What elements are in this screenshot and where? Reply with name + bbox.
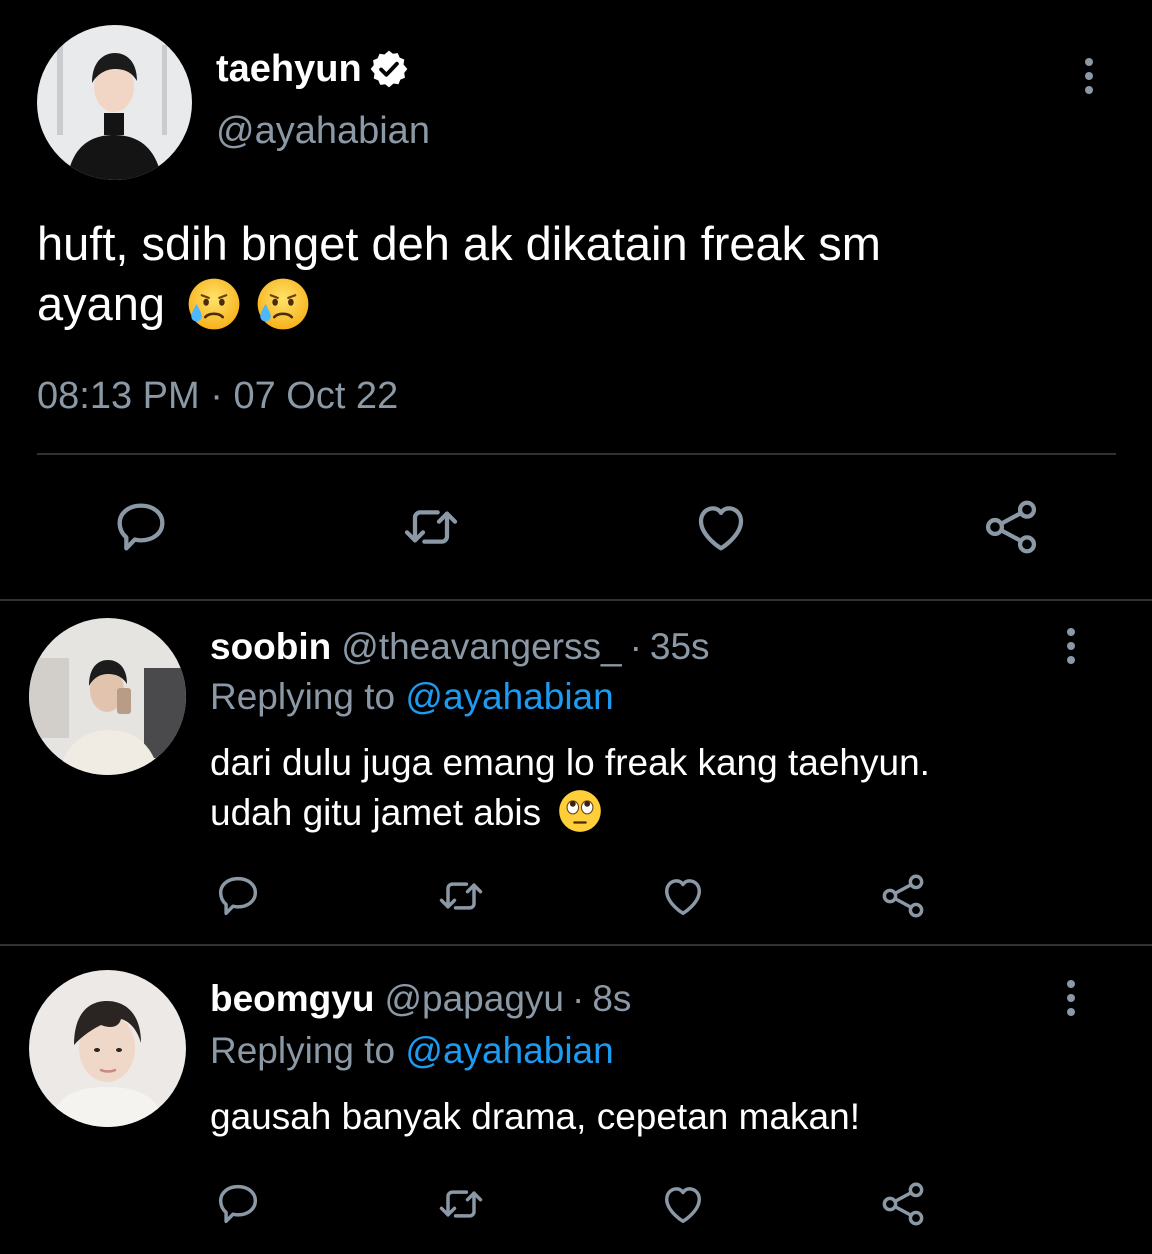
tweet-date: 07 Oct 22 — [233, 375, 399, 417]
tweet-text-line: huft, sdih bnget deh ak dikatain freak s… — [37, 217, 881, 270]
reply-text-line: udah gitu jamet abis — [210, 788, 1110, 838]
replying-prefix: Replying to — [210, 1030, 396, 1071]
reply-text-line: dari dulu juga emang lo freak kang taehy… — [210, 742, 930, 783]
tweet-time: 08:13 PM — [37, 375, 200, 417]
reply-time[interactable]: 35s — [650, 626, 710, 668]
like-button[interactable] — [689, 495, 753, 559]
replying-prefix: Replying to — [210, 676, 396, 717]
handle[interactable]: @ayahabian — [216, 112, 430, 150]
display-name[interactable]: taehyun — [216, 50, 362, 88]
divider — [0, 599, 1152, 601]
reply-button[interactable] — [212, 870, 264, 922]
retweet-icon — [435, 1178, 487, 1230]
divider — [0, 944, 1152, 946]
reply-icon — [212, 1178, 264, 1230]
replying-to: Replying to @ayahabian — [210, 676, 614, 718]
like-button[interactable] — [657, 1178, 709, 1230]
avatar-beomgyu — [29, 970, 186, 1127]
handle[interactable]: @theavangerss_ — [341, 626, 621, 668]
reply-icon — [212, 870, 264, 922]
retweet-button[interactable] — [399, 495, 463, 559]
reply-button[interactable] — [212, 1178, 264, 1230]
author-name-row: taehyun — [216, 48, 410, 90]
face-with-rolling-eyes-icon — [557, 788, 603, 834]
avatar[interactable] — [29, 618, 186, 775]
reply-text-line: gausah banyak drama, cepetan makan! — [210, 1096, 860, 1137]
avatar-taehyun — [37, 25, 192, 180]
handle[interactable]: @papagyu — [384, 978, 564, 1020]
display-name[interactable]: soobin — [210, 626, 331, 668]
avatar[interactable] — [29, 970, 186, 1127]
reply-icon — [109, 495, 173, 559]
divider — [37, 453, 1116, 455]
separator: · — [629, 626, 642, 667]
share-button[interactable] — [877, 1178, 929, 1230]
tweet-text: huft, sdih bnget deh ak dikatain freak s… — [37, 214, 1097, 334]
display-name[interactable]: beomgyu — [210, 978, 374, 1020]
share-icon — [877, 870, 929, 922]
retweet-icon — [399, 495, 463, 559]
share-button[interactable] — [877, 870, 929, 922]
retweet-icon — [435, 870, 487, 922]
reply-time[interactable]: 8s — [592, 978, 631, 1020]
avatar[interactable] — [37, 25, 192, 180]
mention-link[interactable]: @ayahabian — [405, 676, 613, 717]
verified-badge-icon — [370, 50, 408, 88]
share-icon — [877, 1178, 929, 1230]
separator: · — [572, 978, 585, 1019]
sad-but-relieved-face-icon — [186, 276, 242, 332]
reply-header: soobin @theavangerss_ · 35s — [210, 626, 710, 668]
like-icon — [657, 870, 709, 922]
like-icon — [657, 1178, 709, 1230]
reply-text: gausah banyak drama, cepetan makan! — [210, 1092, 1110, 1142]
more-options-icon[interactable] — [1083, 58, 1095, 94]
more-options-icon[interactable] — [1065, 628, 1077, 664]
more-options-icon[interactable] — [1065, 980, 1077, 1016]
tweet-text-word: ayang — [37, 277, 166, 330]
retweet-button[interactable] — [435, 1178, 487, 1230]
reply-text-words: udah gitu jamet abis — [210, 792, 542, 833]
sad-but-relieved-face-icon — [255, 276, 311, 332]
reply-button[interactable] — [109, 495, 173, 559]
like-icon — [689, 495, 753, 559]
mention-link[interactable]: @ayahabian — [405, 1030, 613, 1071]
reply-text: dari dulu juga emang lo freak kang taehy… — [210, 738, 1110, 838]
like-button[interactable] — [657, 870, 709, 922]
avatar-soobin — [29, 618, 186, 775]
retweet-button[interactable] — [435, 870, 487, 922]
share-button[interactable] — [979, 495, 1043, 559]
timestamp[interactable]: 08:13 PM · 07 Oct 22 — [37, 377, 398, 415]
share-icon — [979, 495, 1043, 559]
reply-header: beomgyu @papagyu · 8s — [210, 978, 631, 1020]
separator: · — [210, 375, 223, 417]
replying-to: Replying to @ayahabian — [210, 1030, 614, 1072]
tweet-text-line: ayang — [37, 274, 1097, 334]
